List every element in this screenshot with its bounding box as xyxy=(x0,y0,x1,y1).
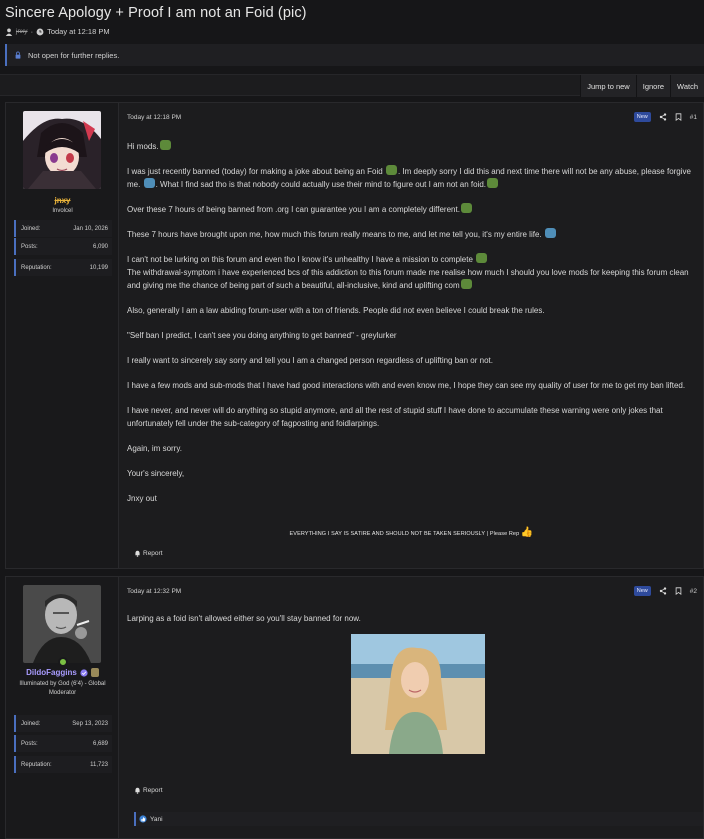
stat-label: Posts: xyxy=(21,243,38,250)
user-info: jnxy Involcel Joined: Jan 10, 2026 Posts… xyxy=(6,103,119,568)
post: DildoFaggins Illuminated by God (6'4) - … xyxy=(5,576,704,839)
reactions-bar[interactable]: Yani xyxy=(134,812,703,826)
thumbs-up-icon: 👍 xyxy=(520,527,534,538)
emote-icon xyxy=(143,178,155,188)
new-badge: New xyxy=(633,586,651,596)
meta-separator: · xyxy=(30,27,34,36)
emote-icon xyxy=(544,228,556,238)
report-label: Report xyxy=(143,550,163,557)
stat-posts: Posts: 6,689 xyxy=(14,735,112,752)
stat-posts: Posts: 6,090 xyxy=(14,238,112,255)
bell-icon xyxy=(135,550,140,557)
share-icon[interactable] xyxy=(659,113,667,121)
user-title: Illuminated by God (6'4) - Global Modera… xyxy=(19,681,106,696)
paragraph: Larping as a foid isn't allowed either s… xyxy=(127,614,361,623)
post: jnxy Involcel Joined: Jan 10, 2026 Posts… xyxy=(5,102,704,569)
post-header: Today at 12:18 PM New #1 xyxy=(127,111,697,123)
online-indicator xyxy=(58,657,68,667)
jump-to-new-button[interactable]: Jump to new xyxy=(580,75,636,97)
emote-icon xyxy=(487,178,498,188)
new-badge: New xyxy=(633,112,651,122)
rank-icon xyxy=(90,668,99,677)
username-row: DildoFaggins xyxy=(6,668,119,677)
paragraph: These 7 hours have brought upon me, how … xyxy=(127,228,693,241)
post-content: Today at 12:18 PM New #1 Hi mods. I was … xyxy=(120,103,703,568)
post-content: Today at 12:32 PM New #2 Larping as a fo… xyxy=(120,577,703,838)
thread-author[interactable]: jnxy xyxy=(16,28,28,35)
stat-label: Joined: xyxy=(21,225,41,232)
user-icon xyxy=(5,28,13,36)
stat-label: Posts: xyxy=(21,740,38,747)
stat-label: Joined: xyxy=(21,720,41,727)
post-number[interactable]: #1 xyxy=(690,114,697,121)
paragraph: I really want to sincerely say sorry and… xyxy=(127,356,493,365)
thread-meta: jnxy · Today at 12:18 PM xyxy=(5,27,110,36)
like-icon xyxy=(139,815,147,823)
stat-label: Reputation: xyxy=(21,761,52,768)
report-button[interactable]: Report xyxy=(134,787,163,794)
paragraph: "Self ban I predict, I can't see you doi… xyxy=(127,331,397,340)
username[interactable]: jnxy xyxy=(6,196,119,205)
thread-date[interactable]: Today at 12:18 PM xyxy=(47,27,110,36)
emote-icon xyxy=(159,140,171,150)
username[interactable]: DildoFaggins xyxy=(26,668,77,677)
verified-icon xyxy=(80,668,88,677)
stat-joined: Joined: Sep 13, 2023 xyxy=(14,715,112,732)
stat-value: 10,199 xyxy=(89,264,108,271)
user-info: DildoFaggins Illuminated by God (6'4) - … xyxy=(6,577,119,838)
bookmark-icon[interactable] xyxy=(675,587,682,595)
attached-image[interactable] xyxy=(351,634,485,754)
paragraph: I have never, and never will do anything… xyxy=(127,406,663,428)
clock-icon xyxy=(36,28,44,35)
stat-label: Reputation: xyxy=(21,264,52,271)
bookmark-icon[interactable] xyxy=(675,113,682,121)
paragraph: Again, im sorry. xyxy=(127,444,182,453)
stat-value: 6,689 xyxy=(92,740,108,747)
watch-button[interactable]: Watch xyxy=(670,75,704,97)
reactions-user[interactable]: Yani xyxy=(150,816,163,823)
post-body: Hi mods. I was just recently banned (tod… xyxy=(127,140,693,517)
lock-icon xyxy=(15,51,21,59)
stat-value: 6,090 xyxy=(92,243,108,250)
paragraph: Hi mods. xyxy=(127,140,693,153)
report-button[interactable]: Report xyxy=(134,550,163,557)
emote-icon xyxy=(476,253,488,263)
stat-reputation: Reputation: 11,723 xyxy=(14,756,112,773)
post-number[interactable]: #2 xyxy=(690,588,697,595)
paragraph: Over these 7 hours of being banned from … xyxy=(127,203,693,216)
post-header: Today at 12:32 PM New #2 xyxy=(127,585,697,597)
post-date[interactable]: Today at 12:32 PM xyxy=(127,588,181,595)
report-label: Report xyxy=(143,787,163,794)
stat-value: 11,723 xyxy=(90,761,108,768)
avatar[interactable] xyxy=(23,111,101,189)
avatar[interactable] xyxy=(23,585,101,663)
paragraph: I can't not be lurking on this forum and… xyxy=(127,253,689,290)
signature: EVERYTHING I SAY IS SATIRE AND SHOULD NO… xyxy=(120,527,703,538)
paragraph: I was just recently banned (today) for m… xyxy=(127,165,691,189)
paragraph: Jnxy out xyxy=(127,494,157,503)
ignore-button[interactable]: Ignore xyxy=(635,75,671,97)
bell-icon xyxy=(135,787,140,794)
notice-text: Not open for further replies. xyxy=(28,50,120,60)
emote-icon xyxy=(460,279,472,289)
thread-action-bar: Jump to new Ignore Watch xyxy=(0,74,704,97)
emote-icon xyxy=(460,203,472,213)
signature-text: EVERYTHING I SAY IS SATIRE AND SHOULD NO… xyxy=(289,531,520,537)
stat-value: Jan 10, 2026 xyxy=(73,225,108,232)
user-title: Involcel xyxy=(52,208,73,214)
post-date[interactable]: Today at 12:18 PM xyxy=(127,114,181,121)
stat-reputation: Reputation: 10,199 xyxy=(14,259,112,276)
thread-title: Sincere Apology + Proof I am not an Foid… xyxy=(5,5,307,21)
stat-joined: Joined: Jan 10, 2026 xyxy=(14,220,112,237)
paragraph: Also, generally I am a law abiding forum… xyxy=(127,306,545,315)
closed-notice: Not open for further replies. xyxy=(5,44,704,66)
share-icon[interactable] xyxy=(659,587,667,595)
paragraph: I have a few mods and sub-mods that I ha… xyxy=(127,381,686,390)
paragraph: Your's sincerely, xyxy=(127,469,185,478)
stat-value: Sep 13, 2023 xyxy=(72,720,108,727)
emote-icon xyxy=(385,165,397,175)
